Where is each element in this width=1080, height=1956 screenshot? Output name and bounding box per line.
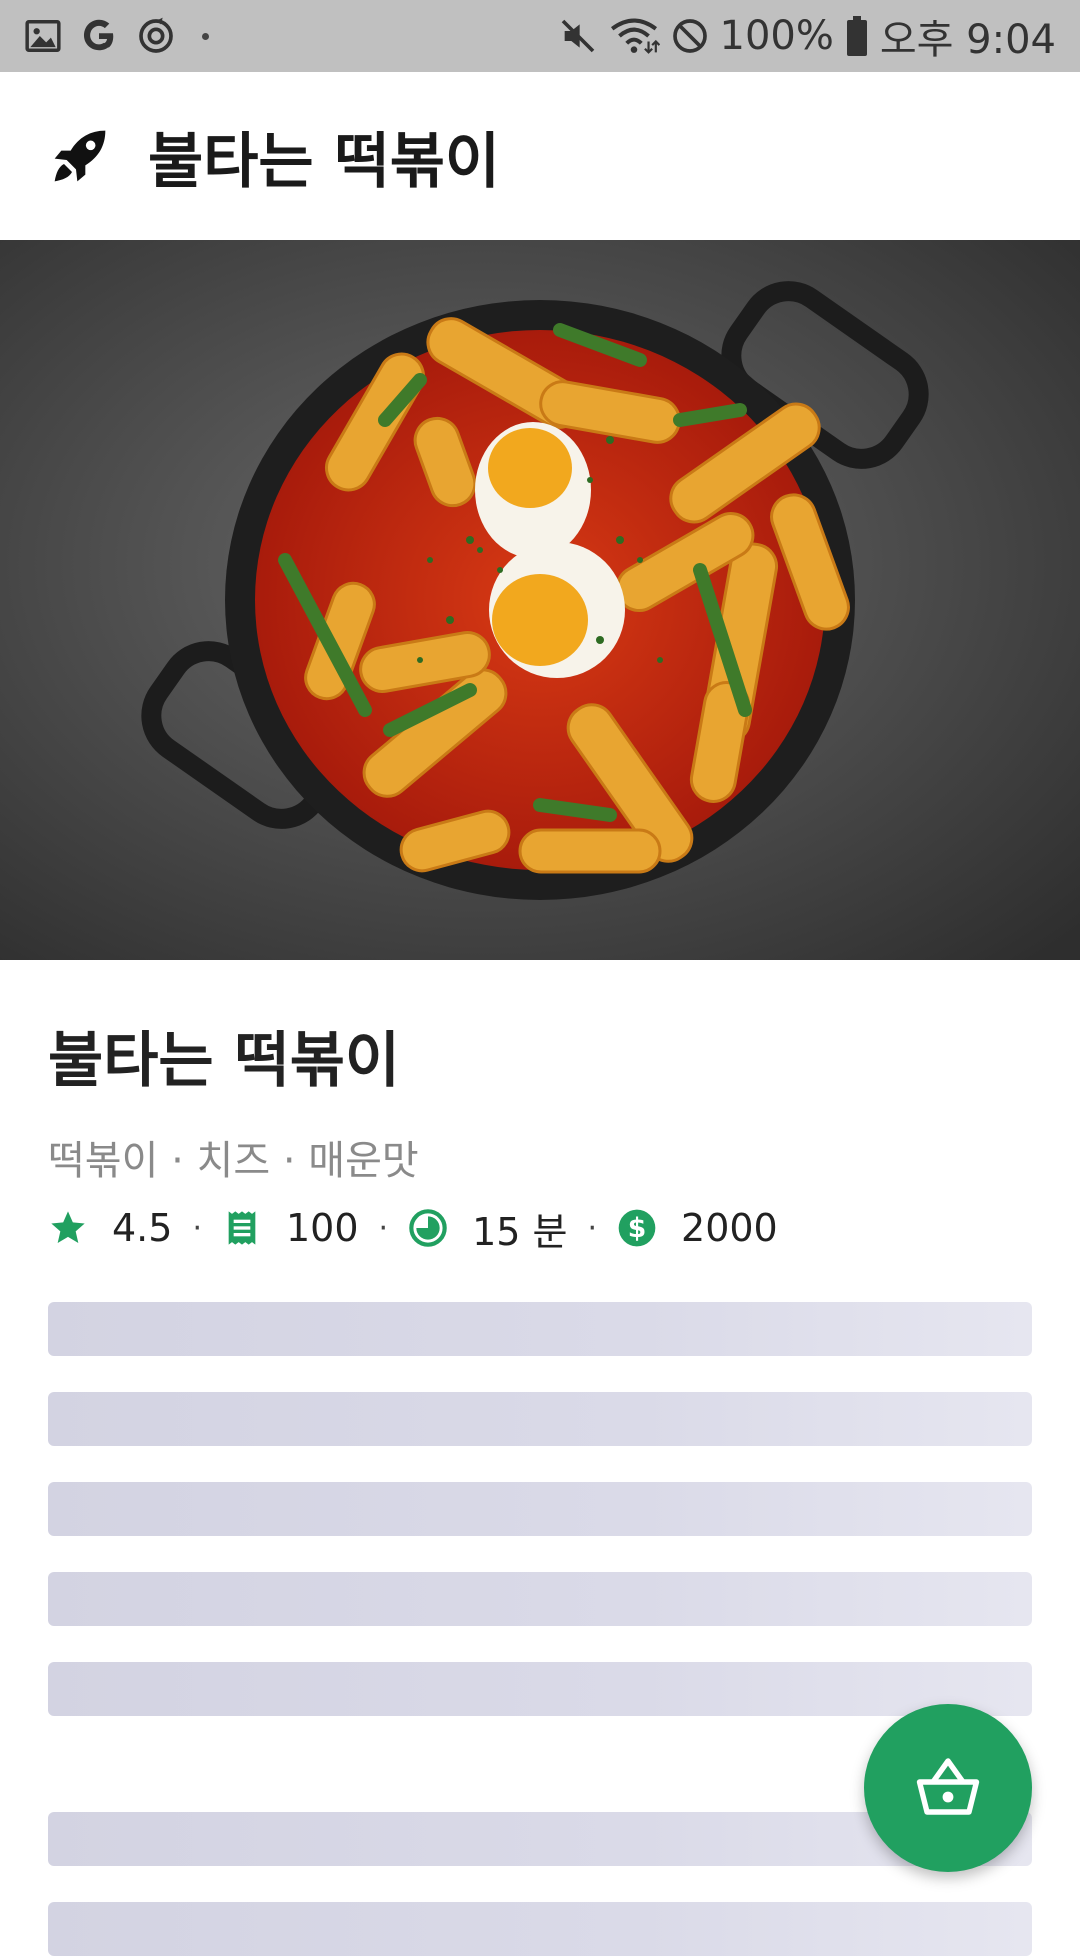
status-bar: 100% 오후 9:04 bbox=[0, 0, 1080, 72]
receipt-icon bbox=[228, 1211, 256, 1245]
clock-icon bbox=[409, 1209, 447, 1247]
dollar-icon: $ bbox=[618, 1209, 656, 1247]
do-not-disturb-icon bbox=[672, 19, 707, 53]
skeleton-line bbox=[48, 1482, 1032, 1536]
price-value: 2000 bbox=[681, 1206, 778, 1250]
gallery-icon bbox=[25, 20, 61, 52]
rocket-icon[interactable] bbox=[48, 124, 112, 188]
clock: 오후 9:04 bbox=[879, 17, 1056, 63]
separator: · bbox=[192, 1210, 202, 1246]
reviews-value: 100 bbox=[285, 1206, 359, 1250]
battery-percent: 100% bbox=[719, 13, 834, 59]
food-image bbox=[0, 240, 1080, 960]
app-title: 불타는 떡볶이 bbox=[148, 126, 501, 197]
battery-icon bbox=[846, 16, 867, 56]
skeleton-line bbox=[48, 1392, 1032, 1446]
item-tags: 떡볶이 · 치즈 · 매운맛 bbox=[48, 1138, 419, 1184]
item-title: 불타는 떡볶이 bbox=[48, 1026, 401, 1096]
sync-icon bbox=[139, 17, 173, 53]
mute-icon bbox=[561, 19, 594, 53]
time-value: 15 분 bbox=[472, 1209, 568, 1254]
cart-button[interactable] bbox=[864, 1704, 1032, 1872]
skeleton-line bbox=[48, 1572, 1032, 1626]
svg-text:$: $ bbox=[628, 1213, 647, 1244]
status-bar-left bbox=[24, 16, 227, 56]
price: $ 2000 bbox=[617, 1206, 778, 1250]
item-meta: 4.5 · 100 · 15 분 · $ 2000 bbox=[48, 1200, 778, 1256]
skeleton-line bbox=[48, 1902, 1032, 1956]
star-icon bbox=[51, 1211, 85, 1243]
cook-time: 15 분 bbox=[408, 1201, 567, 1256]
skeleton-line bbox=[48, 1662, 1032, 1716]
rating-value: 4.5 bbox=[112, 1206, 173, 1250]
skeleton-line bbox=[48, 1302, 1032, 1356]
status-bar-right: 100% 오후 9:04 bbox=[548, 7, 1056, 65]
wifi-icon bbox=[610, 18, 660, 54]
app-bar: 불타는 떡볶이 bbox=[0, 72, 1080, 240]
separator: · bbox=[378, 1210, 389, 1246]
rating: 4.5 bbox=[48, 1206, 172, 1250]
notification-dot bbox=[202, 32, 209, 40]
google-icon bbox=[83, 19, 114, 51]
basket-icon bbox=[916, 1758, 980, 1815]
reviews: 100 bbox=[222, 1206, 359, 1250]
separator: · bbox=[587, 1210, 598, 1246]
